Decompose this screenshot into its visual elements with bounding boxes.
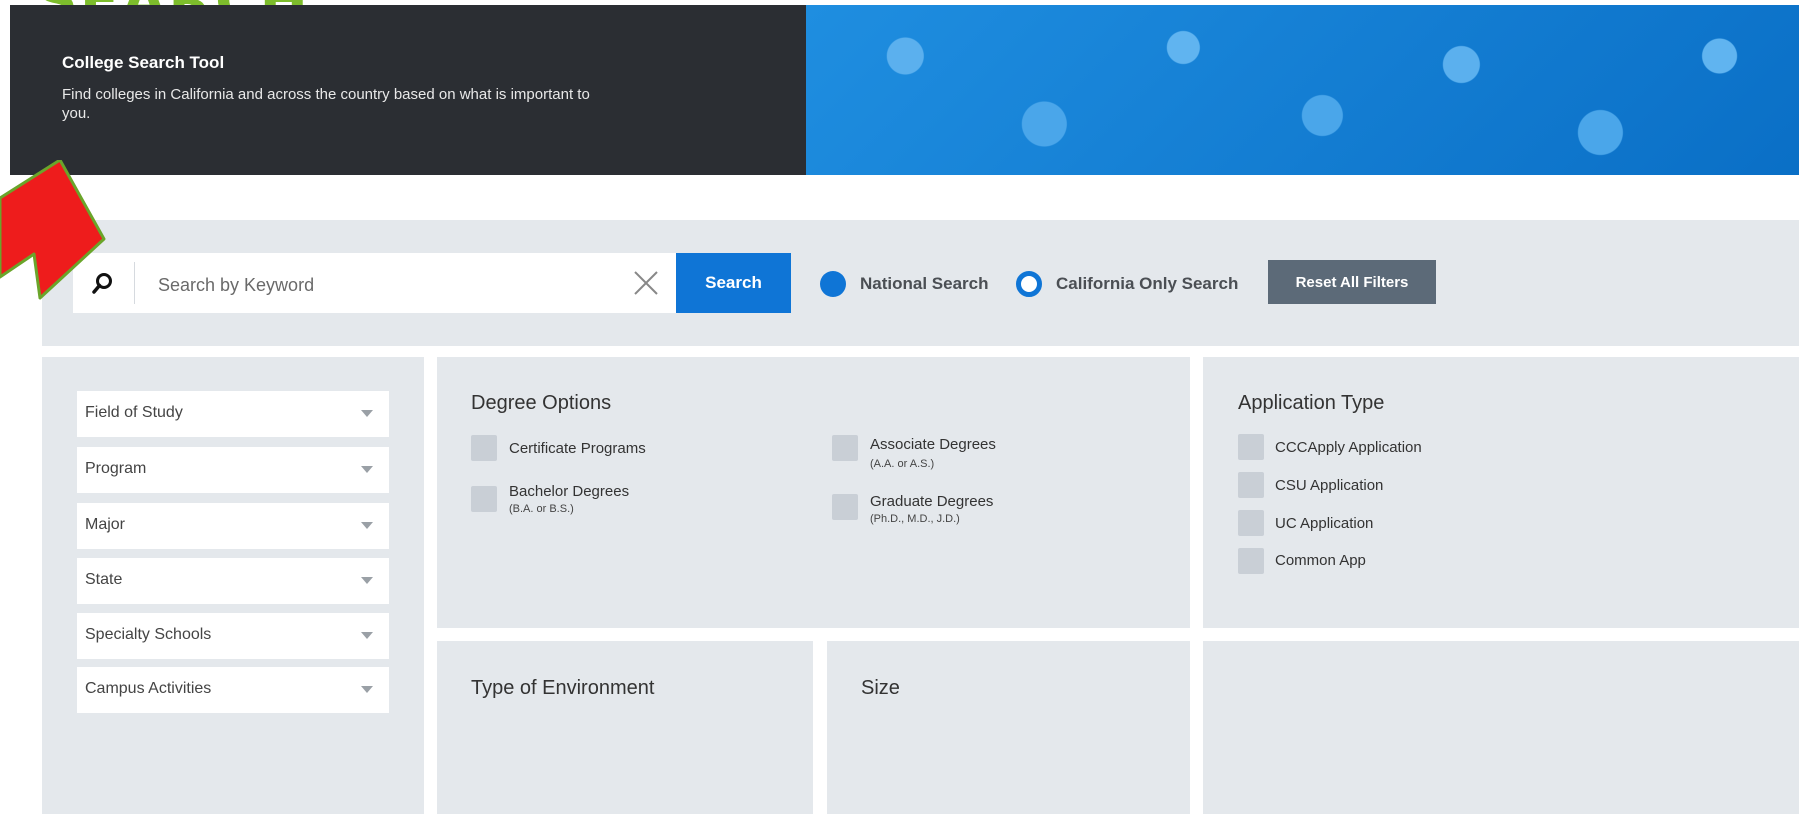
major-dropdown[interactable]: Major [77,503,389,549]
associate-degrees-checkbox[interactable] [832,435,858,461]
national-search-radio[interactable] [820,271,846,297]
degree-options-title: Degree Options [471,392,612,414]
california-search-label[interactable]: California Only Search [1056,274,1238,294]
reset-filters-button[interactable]: Reset All Filters [1268,260,1436,304]
dropdown-label: Campus Activities [85,680,212,697]
specialty-schools-dropdown[interactable]: Specialty Schools [77,613,389,659]
state-dropdown[interactable]: State [77,558,389,604]
graduate-degrees-checkbox[interactable] [832,494,858,520]
common-app-label: Common App [1275,552,1366,569]
certificate-programs-label: Certificate Programs [509,440,646,457]
cccapply-label: CCCApply Application [1275,439,1422,456]
graduate-degrees-label: Graduate Degrees [870,493,994,510]
arrow-icon [0,160,106,300]
uc-application-label: UC Application [1275,515,1374,532]
environment-title: Type of Environment [471,677,655,699]
chevron-down-icon [361,466,373,473]
uc-application-checkbox[interactable] [1238,510,1264,536]
certificate-programs-checkbox[interactable] [471,435,497,461]
size-title: Size [861,677,900,699]
search-input[interactable] [156,270,600,300]
chevron-down-icon [361,410,373,417]
size-panel [827,641,1190,814]
graduate-degrees-sublabel: (Ph.D., M.D., J.D.) [870,513,960,525]
application-type-title: Application Type [1238,392,1385,414]
hero-image [806,5,1799,175]
associate-degrees-sublabel: (A.A. or A.S.) [870,458,935,470]
dropdown-label: Specialty Schools [85,626,212,643]
california-search-radio[interactable] [1016,271,1042,297]
chevron-down-icon [361,522,373,529]
dropdown-label: State [85,571,123,588]
dropdown-label: Major [85,516,126,533]
chevron-down-icon [361,577,373,584]
national-search-label[interactable]: National Search [860,274,989,294]
field-of-study-dropdown[interactable]: Field of Study [77,391,389,437]
chevron-down-icon [361,686,373,693]
close-icon[interactable] [632,269,660,297]
cccapply-checkbox[interactable] [1238,434,1264,460]
chevron-down-icon [361,632,373,639]
associate-degrees-label: Associate Degrees [870,436,996,453]
search-divider [134,262,135,304]
empty-panel [1203,641,1799,814]
bachelor-degrees-checkbox[interactable] [471,486,497,512]
bachelor-degrees-label: Bachelor Degrees [509,483,630,500]
common-app-checkbox[interactable] [1238,548,1264,574]
campus-activities-dropdown[interactable]: Campus Activities [77,667,389,713]
hero-title: College Search Tool [62,53,225,72]
csu-application-checkbox[interactable] [1238,472,1264,498]
dropdown-label: Program [85,460,147,477]
environment-panel [437,641,813,814]
dropdown-label: Field of Study [85,404,183,421]
hero-description: Find colleges in California and across t… [62,86,590,122]
csu-application-label: CSU Application [1275,477,1384,494]
search-button[interactable]: Search [676,253,791,313]
hero-banner: College Search Tool Find colleges in Cal… [10,5,806,175]
program-dropdown[interactable]: Program [77,447,389,493]
bachelor-degrees-sublabel: (B.A. or B.S.) [509,503,574,515]
